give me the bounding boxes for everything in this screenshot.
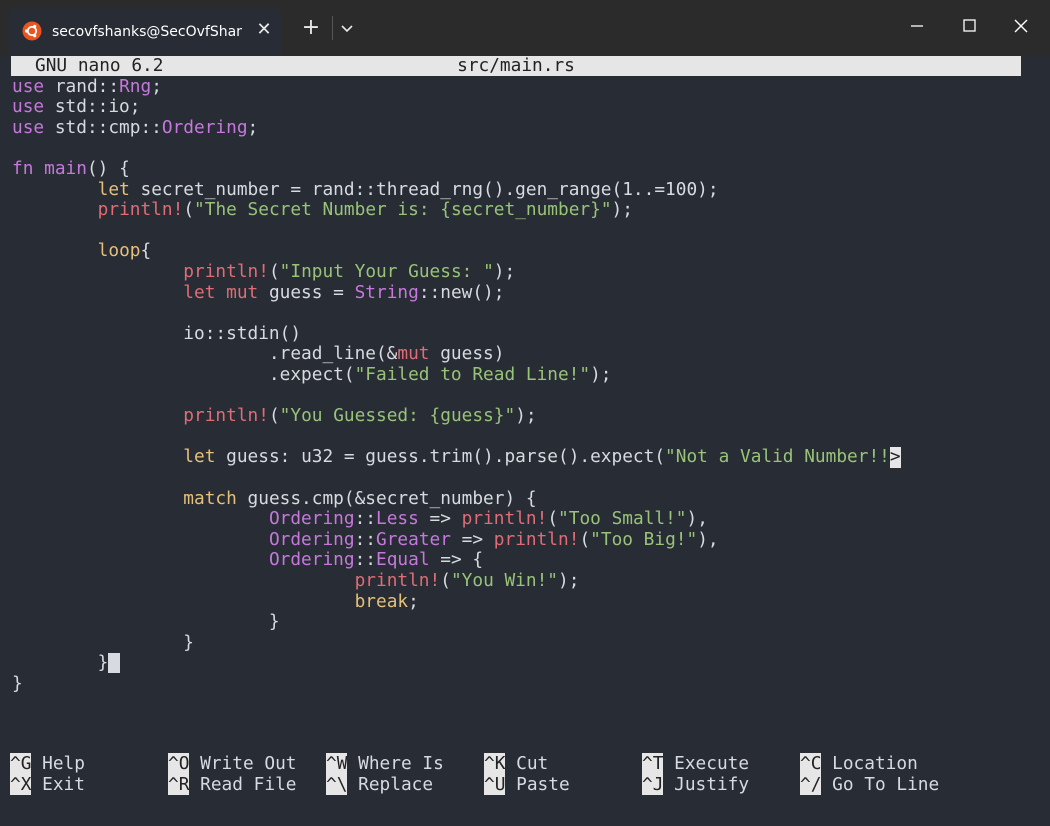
nano-shortcut-bar: ^G Help ^X Exit ^O Write Out ^R Read Fil… bbox=[10, 753, 1040, 798]
shortcut-cut[interactable]: ^K Cut bbox=[484, 753, 548, 775]
code-line: Ordering::Equal => { bbox=[268, 549, 484, 571]
shortcut-exit[interactable]: ^X Exit bbox=[10, 773, 85, 796]
code-line: let secret_number = rand::thread_rng().g… bbox=[97, 178, 719, 200]
code-line: } bbox=[12, 653, 121, 674]
close-tab-icon[interactable]: ✕ bbox=[252, 18, 276, 42]
code-line: break; bbox=[354, 590, 419, 612]
shortcut-write-out[interactable]: ^O Write Out bbox=[168, 753, 297, 775]
shortcut-go-to-line[interactable]: ^/ Go To Line bbox=[800, 773, 939, 796]
shortcut-replace[interactable]: ^\ Replace bbox=[326, 773, 433, 796]
nano-header: src/main.rs GNU nano 6.2 bbox=[11, 56, 1021, 76]
shortcut-location[interactable]: ^C Location bbox=[800, 753, 918, 775]
code-line: let mut guess = String::new(); bbox=[183, 281, 505, 303]
code-line: let guess: u32 = guess.trim().parse().ex… bbox=[183, 446, 901, 468]
code-line: match guess.cmp(&secret_number) { bbox=[183, 487, 537, 509]
shortcut-read-file[interactable]: ^R Read File bbox=[168, 773, 297, 796]
code-line: Ordering::Less => println!("Too Small!")… bbox=[268, 508, 708, 530]
chevron-down-icon[interactable] bbox=[334, 14, 360, 42]
code-line: Ordering::Greater => println!("Too Big!"… bbox=[268, 528, 719, 550]
code-line: use std::io; bbox=[12, 96, 141, 118]
code-line: use rand::Rng; bbox=[12, 75, 162, 97]
code-line: println!("You Guessed: {guess}"); bbox=[183, 405, 537, 427]
code-line: .read_line(&mut guess) bbox=[12, 343, 505, 365]
shortcut-help[interactable]: ^G Help bbox=[10, 753, 85, 775]
new-tab-button[interactable]: + bbox=[296, 14, 326, 42]
code-line: fn main() { bbox=[12, 158, 130, 179]
code-line: println!("Input Your Guess: "); bbox=[183, 261, 516, 282]
tab-title: secovfshanks@SecOvfShanks: bbox=[52, 24, 242, 40]
minimize-icon[interactable] bbox=[902, 12, 932, 40]
window-titlebar: secovfshanks@SecOvfShanks: ✕ + bbox=[0, 0, 1050, 56]
code-line: loop{ bbox=[97, 240, 152, 262]
text-cursor bbox=[108, 653, 121, 674]
code-line: io::stdin() bbox=[12, 322, 302, 344]
line-overflow-marker: > bbox=[889, 446, 901, 468]
code-line: .expect("Failed to Read Line!"); bbox=[12, 364, 612, 385]
terminal-area[interactable]: src/main.rs GNU nano 6.2 use rand::Rng; … bbox=[0, 56, 1050, 826]
shortcut-paste[interactable]: ^U Paste bbox=[484, 773, 570, 796]
terminal-tab[interactable]: secovfshanks@SecOvfShanks: ✕ bbox=[8, 8, 282, 56]
code-line: } bbox=[12, 631, 194, 653]
code-line: use std::cmp::Ordering; bbox=[12, 116, 259, 138]
nano-version: GNU nano 6.2 bbox=[35, 56, 164, 76]
code-line: } bbox=[12, 673, 23, 694]
code-line: println!("The Secret Number is: {secret_… bbox=[97, 199, 633, 221]
code-line: } bbox=[12, 611, 280, 633]
shortcut-justify[interactable]: ^J Justify bbox=[642, 773, 749, 796]
shortcut-where-is[interactable]: ^W Where Is bbox=[326, 753, 444, 775]
ubuntu-icon bbox=[22, 21, 42, 41]
shortcut-execute[interactable]: ^T Execute bbox=[642, 753, 749, 775]
tab-separator bbox=[332, 16, 333, 40]
maximize-icon[interactable] bbox=[954, 12, 984, 40]
code-line: println!("You Win!"); bbox=[354, 570, 580, 591]
close-window-icon[interactable] bbox=[1006, 12, 1036, 40]
